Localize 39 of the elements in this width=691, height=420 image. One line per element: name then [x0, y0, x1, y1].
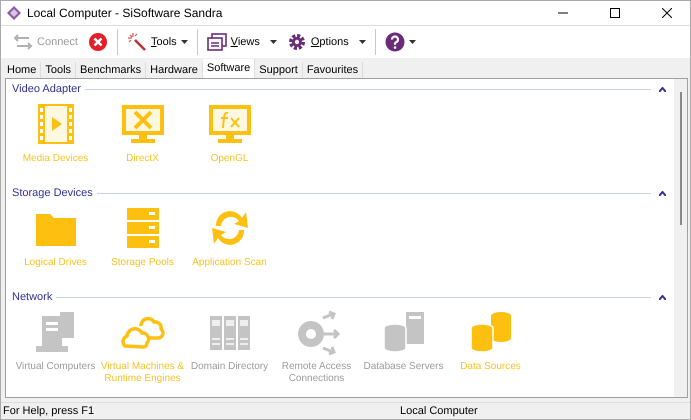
tools-button[interactable]: Tools [122, 30, 192, 54]
scrollbar-thumb[interactable] [680, 92, 682, 225]
caret-icon [180, 40, 188, 44]
section-title: Network [12, 291, 52, 303]
window-title: Local Computer - SiSoftware Sandra [27, 6, 224, 20]
category-item[interactable]: Storage Pools [99, 204, 186, 276]
caret-icon [358, 40, 366, 44]
category-item[interactable]: DirectX [99, 100, 186, 172]
category-item[interactable]: OpenGL [186, 100, 273, 172]
caret-icon [408, 40, 416, 44]
tab[interactable]: Software [202, 59, 256, 78]
status-help-text: For Help, press F1 [2, 405, 96, 417]
windows-icon [206, 32, 227, 52]
magic-wand-icon [126, 32, 147, 52]
chevron-icon [659, 294, 666, 300]
category-item[interactable]: Database Servers [360, 308, 447, 385]
category-item[interactable]: Virtual Computers [12, 308, 99, 385]
app-icon [7, 6, 21, 20]
category-item[interactable]: Logical Drives [12, 204, 99, 276]
section-title: Video Adapter [12, 83, 81, 95]
chevron-icon [659, 86, 666, 92]
section-title: Storage Devices [12, 187, 93, 199]
category-item[interactable]: Application Scan [186, 204, 273, 276]
help-icon [384, 32, 405, 52]
stop-icon [88, 32, 108, 52]
category-item[interactable]: Virtual Machines & Runtime Engines [99, 308, 186, 385]
category-item[interactable]: Data Sources [447, 308, 534, 385]
swap-arrows-icon [13, 32, 33, 52]
views-button[interactable]: Views [202, 30, 264, 54]
category-item[interactable]: Remote Access Connections [273, 308, 360, 385]
chevron-icon [659, 190, 666, 196]
close-icon [662, 8, 672, 18]
category-item[interactable]: Media Devices [12, 100, 99, 172]
category-item[interactable]: Domain Directory [186, 308, 273, 385]
status-location: Local Computer [400, 405, 479, 417]
options-button[interactable]: Options [282, 30, 353, 54]
caret-icon [270, 40, 277, 44]
settings-icon [286, 32, 307, 52]
maximize-icon [610, 8, 620, 18]
